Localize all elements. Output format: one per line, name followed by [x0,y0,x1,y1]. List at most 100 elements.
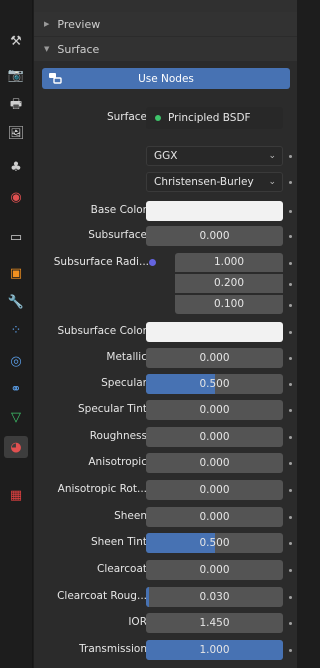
ior-label: IOR [128,616,147,628]
distribution-value: GGX [154,150,178,162]
preview-subpanel-header[interactable]: ▶ Preview [34,12,297,36]
socket-dot-icon [289,409,292,412]
anisotropic-rotation-slider[interactable]: 0.000 [146,480,283,500]
roughness-label: Roughness [89,430,147,442]
subsurface-radius-z-field[interactable]: 0.100 [175,295,283,314]
output-tab-icon[interactable]: 🖶 [4,95,28,117]
world-tab-icon[interactable]: ◉ [4,186,28,208]
roughness-row: Roughness 0.000 [34,427,297,447]
anisotropic-value: 0.000 [199,457,230,469]
socket-dot-icon [289,596,292,599]
chevron-down-icon: ⌄ [268,177,276,187]
specular-tint-slider[interactable]: 0.000 [146,400,283,420]
socket-dot-icon [289,304,292,307]
specular-tint-row: Specular Tint 0.000 [34,400,297,420]
subsurface-radius-row: Subsurface Radi... 1.000 0.200 0.100 [34,253,297,314]
socket-dot-icon [289,210,292,213]
tool-tab-icon[interactable]: ⚒ [4,30,28,52]
subsurface-color-swatch[interactable] [146,322,283,342]
specular-label: Specular [101,377,147,389]
object-tab-icon[interactable]: ▣ [4,262,28,284]
chevron-down-icon: ⌄ [268,151,276,161]
clearcoat-roughness-value: 0.030 [199,591,230,603]
socket-dot-icon [289,542,292,545]
surface-subpanel-header[interactable]: ▼ Surface [34,37,297,61]
physics-tab-icon[interactable]: ◎ [4,350,28,372]
subsurface-value: 0.000 [199,230,230,242]
texture-tab-icon[interactable]: ▦ [4,484,28,506]
ior-slider[interactable]: 1.450 [146,613,283,633]
preview-label: Preview [57,17,101,31]
shader-socket-icon [155,115,161,121]
subsurface-radius-x-field[interactable]: 1.000 [175,253,283,272]
clearcoat-row: Clearcoat 0.000 [34,560,297,580]
anisotropic-slider[interactable]: 0.000 [146,453,283,473]
base-color-swatch[interactable] [146,201,283,221]
subsurface-method-row: Christensen-Burley ⌄ [34,172,297,192]
subsurface-color-label: Subsurface Color [57,325,147,337]
use-nodes-button[interactable]: Use Nodes [42,68,290,89]
shader-name: Principled BSDF [168,112,251,124]
expanded-triangle-icon: ▼ [44,45,50,53]
distribution-row: GGX ⌄ [34,146,297,166]
metallic-slider[interactable]: 0.000 [146,348,283,368]
sheen-tint-slider[interactable]: 0.500 [146,533,283,553]
socket-dot-icon [289,181,292,184]
metallic-label: Metallic [106,351,147,363]
specular-tint-label: Specular Tint [77,403,147,415]
collapsed-triangle-icon: ▶ [44,20,50,28]
particles-tab-icon[interactable]: ⁘ [4,319,28,341]
specular-tint-value: 0.000 [199,404,230,416]
subsurface-radius-y-field[interactable]: 0.200 [175,274,283,293]
sheen-tint-label: Sheen Tint [90,536,147,548]
socket-dot-icon [289,489,292,492]
render-tab-icon[interactable]: 📷 [4,64,28,86]
distribution-dropdown[interactable]: GGX ⌄ [146,146,283,166]
socket-dot-icon [289,436,292,439]
ior-row: IOR 1.450 [34,613,297,633]
metallic-value: 0.000 [199,352,230,364]
anisotropic-row: Anisotropic 0.000 [34,453,297,473]
socket-dot-icon [289,262,292,265]
anisotropic-rotation-label: Anisotropic Rot... [57,483,147,495]
anisotropic-rotation-row: Anisotropic Rot... 0.000 [34,480,297,500]
panel-top-edge [34,0,297,12]
clearcoat-slider[interactable]: 0.000 [146,560,283,580]
anisotropic-label: Anisotropic [88,456,147,468]
roughness-slider[interactable]: 0.000 [146,427,283,447]
vector-socket-icon [149,259,156,266]
surface-label: Surface [57,42,100,56]
transmission-value: 1.000 [199,644,230,656]
subsurface-radius-label: Subsurface Radi... [53,256,149,268]
transmission-slider[interactable]: 1.000 [146,640,283,660]
constraints-tab-icon[interactable]: ⚭ [4,378,28,400]
data-tab-icon[interactable]: ▽ [4,406,28,428]
socket-dot-icon [289,569,292,572]
socket-dot-icon [289,462,292,465]
scene-tab-icon[interactable]: ♣ [4,156,28,178]
transmission-row: Transmission 1.000 [34,640,297,660]
base-color-row: Base Color [34,201,297,221]
collection-tab-icon[interactable]: ▭ [4,226,28,248]
clearcoat-roughness-slider[interactable]: 0.030 [146,587,283,607]
sheen-slider[interactable]: 0.000 [146,507,283,527]
base-color-label: Base Color [90,204,147,216]
clearcoat-value: 0.000 [199,564,230,576]
material-tab-icon[interactable]: ◕ [4,436,28,458]
properties-tab-strip: ⚒ 📷 🖶 🖼 ♣ ◉ ▭ ▣ 🔧 ⁘ ◎ ⚭ ▽ ◕ ▦ [0,0,33,668]
material-properties-panel: ▶ Preview ▼ Surface Use Nodes Surface Pr… [34,0,297,668]
view-layer-tab-icon[interactable]: 🖼 [4,122,28,144]
clearcoat-roughness-row: Clearcoat Roug... 0.030 [34,587,297,607]
subsurface-slider[interactable]: 0.000 [146,226,283,246]
subsurface-method-dropdown[interactable]: Christensen-Burley ⌄ [146,172,283,192]
specular-slider[interactable]: 0.500 [146,374,283,394]
surface-shader-selector[interactable]: Principled BSDF [146,107,283,129]
use-nodes-label: Use Nodes [138,72,194,85]
socket-dot-icon [289,649,292,652]
anisotropic-rotation-value: 0.000 [199,484,230,496]
surface-row-label: Surface [106,111,147,123]
modifier-tab-icon[interactable]: 🔧 [4,291,28,313]
specular-value: 0.500 [199,378,230,390]
sheen-tint-row: Sheen Tint 0.500 [34,533,297,553]
specular-row: Specular 0.500 [34,374,297,394]
